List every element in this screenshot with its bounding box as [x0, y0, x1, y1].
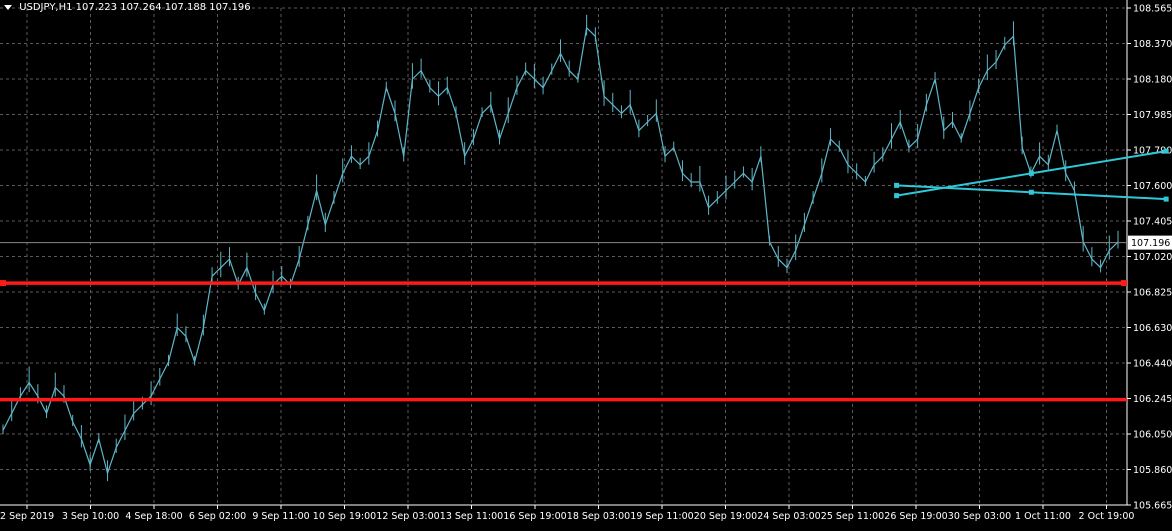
- y-tick-label: 108.180: [1133, 75, 1172, 86]
- x-tick-label: 30 Sep 03:00: [948, 511, 1011, 522]
- x-tick-label: 4 Sep 18:00: [125, 511, 182, 522]
- y-tick-label: 108.565: [1133, 4, 1172, 15]
- trendline-handle: [1028, 170, 1034, 176]
- dropdown-triangle-icon[interactable]: [4, 4, 12, 10]
- trendline-handle: [1163, 148, 1169, 154]
- x-tick-label: 19 Sep 11:00: [630, 511, 693, 522]
- x-tick-label: 24 Sep 03:00: [757, 511, 820, 522]
- x-tick-label: 9 Sep 11:00: [252, 511, 309, 522]
- chart-area[interactable]: 108.565 108.370 108.180 107.985 107.790 107.6…: [0, 0, 1172, 527]
- x-tick-label: 26 Sep 19:00: [884, 511, 947, 522]
- x-tick-label: 3 Sep 10:00: [62, 511, 119, 522]
- y-tick-label: 107.985: [1133, 110, 1172, 121]
- chart-header: USDJPY,H1 107.223 107.264 107.188 107.19…: [4, 2, 251, 13]
- y-tick-label: 105.665: [1133, 501, 1172, 512]
- x-tick-label: 13 Sep 11:00: [440, 511, 503, 522]
- x-tick-label: 20 Sep 19:00: [694, 511, 757, 522]
- x-tick-label: 16 Sep 19:00: [503, 511, 566, 522]
- y-tick-label: 106.630: [1133, 323, 1172, 334]
- x-tick-label: 12 Sep 03:00: [376, 511, 439, 522]
- x-tick-label: 2 Oct 19:00: [1079, 511, 1135, 522]
- ohlc-values: 107.223 107.264 107.188 107.196: [75, 2, 251, 13]
- x-tick-label: 25 Sep 11:00: [821, 511, 884, 522]
- x-tick-label: 18 Sep 03:00: [567, 511, 630, 522]
- y-tick-label: 107.600: [1133, 181, 1172, 192]
- y-tick-label: 107.405: [1133, 217, 1172, 228]
- trendline-handle: [894, 193, 900, 199]
- y-tick-label: 106.050: [1133, 430, 1172, 441]
- y-tick-label: 105.860: [1133, 465, 1172, 476]
- trendline-handle: [894, 182, 900, 188]
- x-tick-label: 6 Sep 02:00: [189, 511, 246, 522]
- y-tick-label: 106.825: [1133, 288, 1172, 299]
- y-tick-label: 106.245: [1133, 394, 1172, 405]
- symbol-label: USDJPY,H1: [19, 2, 73, 13]
- y-tick-label: 107.020: [1133, 252, 1172, 263]
- level-anchor-left: [0, 280, 6, 287]
- current-price-label: 107.196: [1131, 238, 1170, 249]
- trendline-handle: [1028, 189, 1034, 195]
- trendline-handle: [1163, 196, 1169, 202]
- price-chart[interactable]: 108.565108.370108.180107.985107.790107.6…: [0, 0, 1172, 527]
- x-tick-label: 10 Sep 19:00: [313, 511, 376, 522]
- y-tick-label: 108.370: [1133, 39, 1172, 50]
- level-anchor-right: [1121, 280, 1127, 287]
- x-tick-label: 1 Oct 11:00: [1015, 511, 1071, 522]
- x-tick-label: 2 Sep 2019: [0, 511, 54, 522]
- y-tick-label: 106.440: [1133, 359, 1172, 370]
